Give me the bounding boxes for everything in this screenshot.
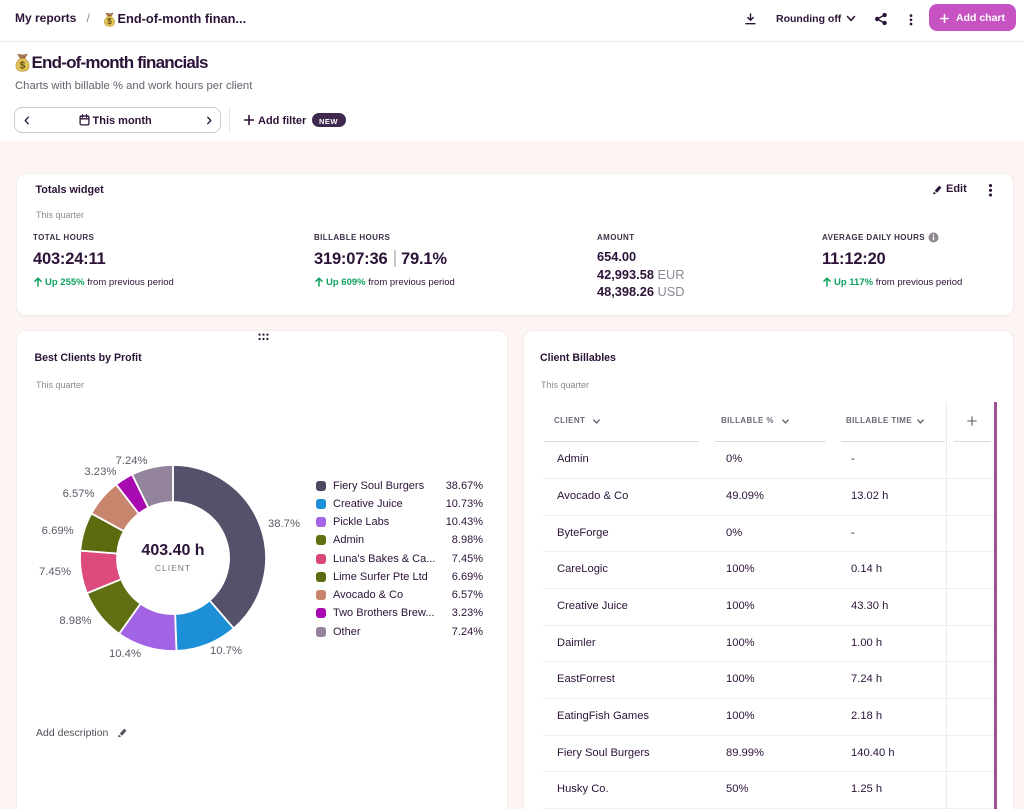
svg-text:$: $ [107, 17, 112, 26]
svg-text:$: $ [20, 61, 26, 72]
